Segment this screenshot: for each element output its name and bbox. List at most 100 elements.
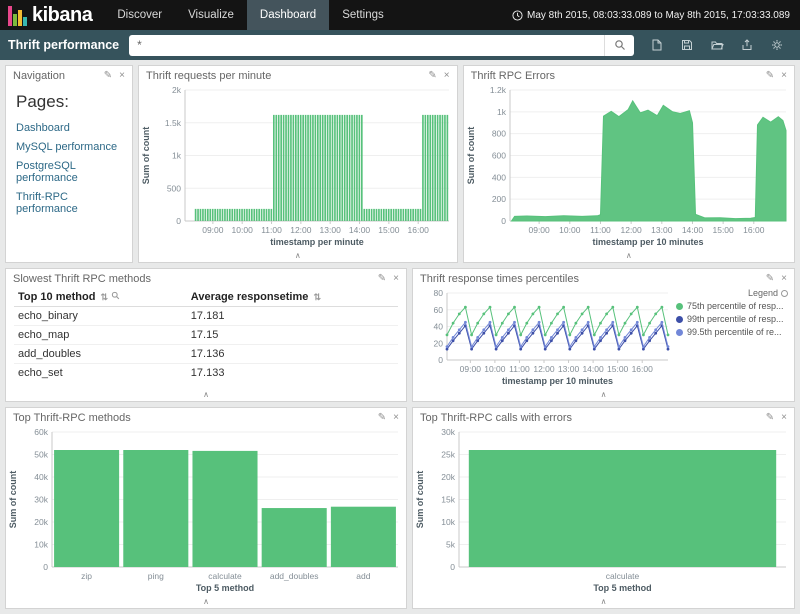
column-header-responsetime[interactable]: Average responsetime ⇅ xyxy=(187,287,398,307)
top-methods-chart[interactable]: 010k20k30k40k50k60kzippingcalculateadd_d… xyxy=(6,426,406,595)
panel-slowest-methods: Slowest Thrift RPC methods ✎ × Top 10 me… xyxy=(5,268,407,402)
svg-text:13:00: 13:00 xyxy=(651,225,673,235)
collapse-toggle[interactable]: ∧ xyxy=(281,252,315,260)
table-row: echo_map 17.15 xyxy=(14,326,398,345)
nav-link-dashboard[interactable]: Dashboard xyxy=(16,122,122,134)
svg-text:timestamp per minute: timestamp per minute xyxy=(270,237,364,247)
svg-text:14:00: 14:00 xyxy=(349,225,371,235)
svg-text:11:00: 11:00 xyxy=(261,225,282,235)
svg-text:16:00: 16:00 xyxy=(408,225,430,235)
svg-text:timestamp per 10 minutes: timestamp per 10 minutes xyxy=(592,237,703,247)
svg-text:Top 5 method: Top 5 method xyxy=(196,583,254,593)
close-icon[interactable]: × xyxy=(781,71,787,81)
edit-icon[interactable]: ✎ xyxy=(104,71,112,81)
panel-thrift-requests: Thrift requests per minute ✎ × 05001k1.5… xyxy=(138,65,458,263)
collapse-toggle[interactable]: ∧ xyxy=(189,391,223,399)
svg-text:80: 80 xyxy=(434,288,444,298)
svg-text:11:00: 11:00 xyxy=(590,225,611,235)
edit-icon[interactable]: ✎ xyxy=(378,413,386,423)
load-dashboard-button[interactable] xyxy=(704,33,730,57)
edit-icon[interactable]: ✎ xyxy=(766,71,774,81)
column-header-method[interactable]: Top 10 method ⇅ xyxy=(14,287,187,307)
svg-text:09:00: 09:00 xyxy=(202,225,224,235)
svg-text:Sum of count: Sum of count xyxy=(141,127,151,185)
edit-icon[interactable]: ✎ xyxy=(428,71,436,81)
collapse-toggle[interactable]: ∧ xyxy=(587,598,621,606)
search-input[interactable] xyxy=(129,35,604,56)
svg-text:1.5k: 1.5k xyxy=(165,118,182,128)
legend-toggle-icon xyxy=(781,290,788,297)
nav-link-thrift-rpc[interactable]: Thrift-RPC performance xyxy=(16,191,122,215)
requests-per-minute-chart[interactable]: 05001k1.5k2k09:0010:0011:0012:0013:0014:… xyxy=(139,84,457,249)
svg-text:500: 500 xyxy=(167,183,181,193)
share-dashboard-button[interactable] xyxy=(734,33,760,57)
rpc-errors-chart[interactable]: 02004006008001k1.2k09:0010:0011:0012:001… xyxy=(464,84,794,249)
legend-item-75th[interactable]: 75th percentile of resp... xyxy=(676,301,788,311)
close-icon[interactable]: × xyxy=(444,71,450,81)
sort-icon[interactable]: ⇅ xyxy=(100,292,108,302)
options-button[interactable] xyxy=(764,33,790,57)
close-icon[interactable]: × xyxy=(781,413,787,423)
svg-text:Top 5 method: Top 5 method xyxy=(593,583,651,593)
legend-item-99th[interactable]: 99th percentile of resp... xyxy=(676,314,788,324)
magnifier-icon[interactable] xyxy=(111,291,120,300)
svg-text:30k: 30k xyxy=(34,495,48,505)
close-icon[interactable]: × xyxy=(119,71,125,81)
nav-item-visualize[interactable]: Visualize xyxy=(175,0,247,30)
navigation-links: Pages: Dashboard MySQL performance Postg… xyxy=(6,84,132,262)
svg-text:20: 20 xyxy=(434,338,444,348)
sort-icon[interactable]: ⇅ xyxy=(313,292,321,302)
svg-text:14:00: 14:00 xyxy=(681,225,703,235)
svg-text:15:00: 15:00 xyxy=(607,364,629,374)
panel-response-percentiles: Thrift response times percentiles ✎ × 02… xyxy=(412,268,795,402)
legend-item-99-5th[interactable]: 99.5th percentile of re... xyxy=(676,327,788,337)
collapse-toggle[interactable]: ∧ xyxy=(587,391,621,399)
panel-title: Top Thrift-RPC calls with errors xyxy=(420,412,766,424)
search-group xyxy=(129,35,634,56)
svg-text:15k: 15k xyxy=(441,495,455,505)
query-bar: Thrift performance xyxy=(0,30,800,60)
svg-text:5k: 5k xyxy=(446,540,456,550)
collapse-toggle[interactable]: ∧ xyxy=(189,598,223,606)
collapse-toggle[interactable]: ∧ xyxy=(612,252,646,260)
table-row: add_doubles 17.136 xyxy=(14,345,398,364)
svg-text:add: add xyxy=(356,571,370,581)
nav-item-settings[interactable]: Settings xyxy=(329,0,397,30)
svg-text:0: 0 xyxy=(43,562,48,572)
svg-text:09:00: 09:00 xyxy=(460,364,482,374)
close-icon[interactable]: × xyxy=(781,274,787,284)
nav-item-discover[interactable]: Discover xyxy=(104,0,175,30)
svg-text:11:00: 11:00 xyxy=(509,364,530,374)
legend-dot xyxy=(676,329,683,336)
dashboard-grid: Navigation ✎ × Pages: Dashboard MySQL pe… xyxy=(0,60,800,614)
svg-text:60: 60 xyxy=(434,305,444,315)
kibana-logo[interactable]: kibana xyxy=(0,0,104,30)
save-dashboard-button[interactable] xyxy=(674,33,700,57)
table-row: echo_binary 17.181 xyxy=(14,307,398,326)
percentiles-chart[interactable]: 02040608009:0010:0011:0012:0013:0014:001… xyxy=(413,287,676,388)
svg-text:zip: zip xyxy=(81,571,92,581)
svg-text:15:00: 15:00 xyxy=(712,225,734,235)
edit-icon[interactable]: ✎ xyxy=(378,274,386,284)
svg-text:12:00: 12:00 xyxy=(290,225,312,235)
nav-link-mysql[interactable]: MySQL performance xyxy=(16,141,122,153)
edit-icon[interactable]: ✎ xyxy=(766,413,774,423)
time-range-picker[interactable]: May 8th 2015, 08:03:33.089 to May 8th 20… xyxy=(512,10,800,21)
search-button[interactable] xyxy=(604,35,634,56)
clock-icon xyxy=(512,10,523,21)
close-icon[interactable]: × xyxy=(393,413,399,423)
svg-text:1k: 1k xyxy=(497,107,507,117)
nav-item-dashboard[interactable]: Dashboard xyxy=(247,0,329,30)
edit-icon[interactable]: ✎ xyxy=(766,274,774,284)
svg-text:200: 200 xyxy=(491,194,505,204)
svg-text:add_doubles: add_doubles xyxy=(270,571,319,581)
legend-dot xyxy=(676,303,683,310)
svg-text:10:00: 10:00 xyxy=(232,225,254,235)
nav-link-postgresql[interactable]: PostgreSQL performance xyxy=(16,160,122,184)
svg-text:09:00: 09:00 xyxy=(528,225,550,235)
table-row: echo_set 17.133 xyxy=(14,364,398,383)
legend-header[interactable]: Legend xyxy=(676,288,788,298)
top-errors-chart[interactable]: 05k10k15k20k25k30kcalculateTop 5 methodS… xyxy=(413,426,794,595)
new-dashboard-button[interactable] xyxy=(644,33,670,57)
close-icon[interactable]: × xyxy=(393,274,399,284)
